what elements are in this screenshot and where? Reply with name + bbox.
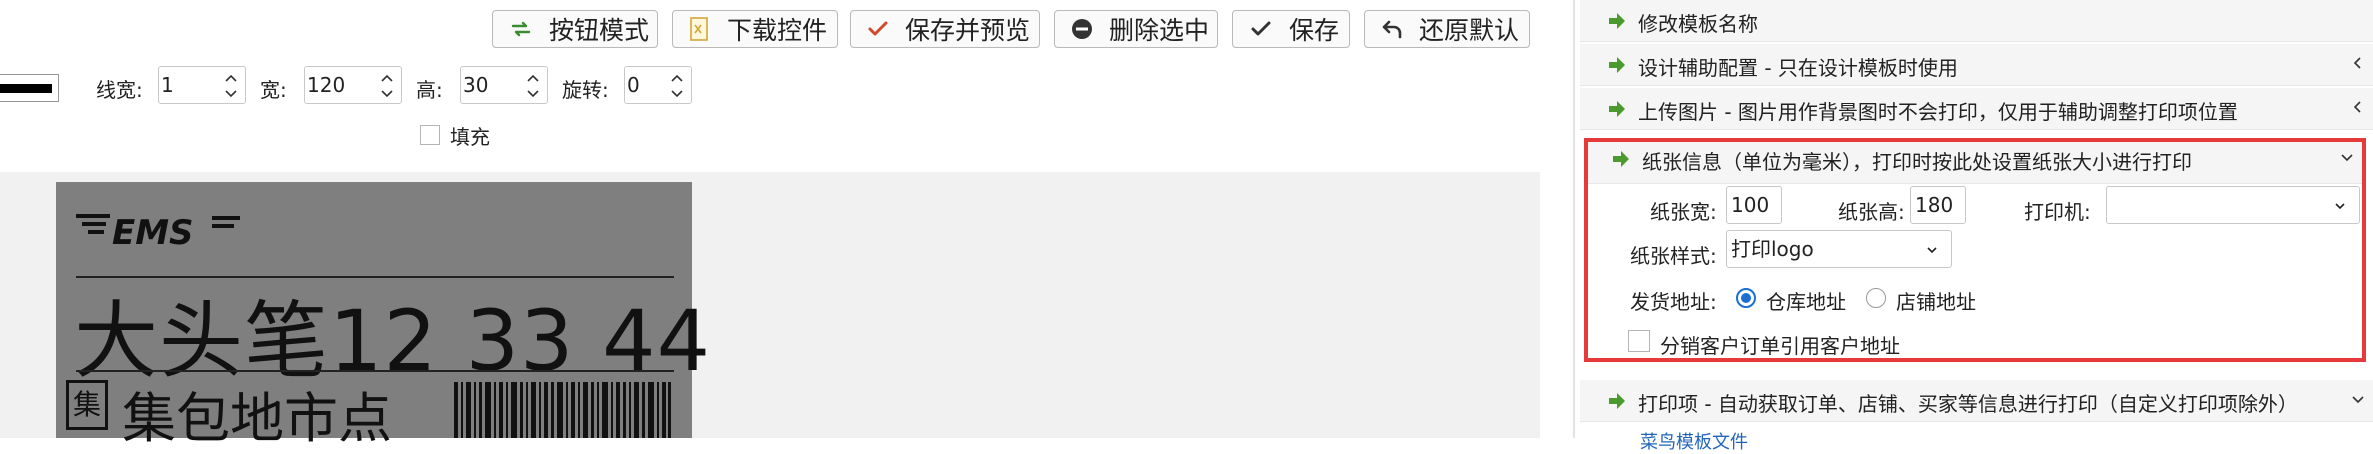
width-input[interactable]: 120: [304, 66, 402, 104]
line-width-value: 1: [161, 73, 174, 97]
section-title: 纸张信息（单位为毫米），打印时按此处设置纸张大小进行打印: [1642, 150, 2192, 174]
collect-box-char: 集: [66, 380, 108, 430]
reseller-address-label: 分销客户订单引用客户地址: [1660, 334, 1900, 358]
width-value: 120: [307, 73, 346, 97]
spinner-arrows-icon[interactable]: [377, 69, 397, 103]
barcode: [454, 382, 671, 438]
restore-default-label: 还原默认: [1419, 16, 1520, 45]
reseller-address-checkbox[interactable]: [1628, 330, 1650, 352]
chevron-down-icon[interactable]: [2349, 390, 2367, 408]
distribution-point-text: 集包地市点: [122, 387, 392, 450]
width-label: 宽:: [260, 78, 287, 102]
undo-icon: [1381, 17, 1403, 41]
section-print-items[interactable]: 打印项 - 自动获取订单、店铺、买家等信息进行打印（自定义打印项除外）: [1580, 380, 2373, 422]
height-label: 高:: [416, 78, 443, 102]
height-input[interactable]: 30: [460, 66, 548, 104]
paper-width-input[interactable]: 100: [1726, 186, 1782, 224]
paper-style-label: 纸张样式:: [1630, 244, 1717, 268]
check-icon: [867, 17, 889, 41]
download-file-icon: [689, 17, 711, 41]
check-icon: [1249, 17, 1273, 41]
save-label: 保存: [1288, 16, 1339, 45]
restore-default-button[interactable]: 还原默认: [1364, 10, 1530, 48]
paper-height-value: 180: [1915, 193, 1954, 217]
warehouse-address-radio[interactable]: [1736, 288, 1756, 308]
ems-logo: EMS: [76, 213, 240, 250]
rotate-label: 旋转:: [562, 78, 609, 102]
delete-selected-button[interactable]: 删除选中: [1054, 10, 1218, 48]
button-mode-button[interactable]: 按钮模式: [492, 10, 658, 48]
section-paper-header[interactable]: 纸张信息（单位为毫米），打印时按此处设置纸张大小进行打印: [1588, 142, 2362, 184]
spinner-arrows-icon[interactable]: [523, 69, 543, 103]
section-rename-template[interactable]: 修改模板名称: [1580, 0, 2373, 42]
paper-height-label: 纸张高:: [1838, 200, 1905, 224]
property-row: 线宽: 1 宽: 120 高: 30 旋转: 0: [0, 66, 900, 108]
store-address-radio[interactable]: [1866, 288, 1886, 308]
green-arrow-icon: [1613, 151, 1629, 167]
toolbar: 按钮模式 下载控件 保存并预览 删除选中 保存 还原默认: [0, 10, 1540, 52]
spinner-arrows-icon[interactable]: [667, 69, 687, 103]
download-plugin-button[interactable]: 下载控件: [672, 10, 838, 48]
delete-selected-label: 删除选中: [1109, 16, 1210, 45]
fill-label: 填充: [450, 124, 490, 149]
chevron-left-icon[interactable]: [2349, 54, 2367, 72]
save-and-preview-button[interactable]: 保存并预览: [850, 10, 1040, 48]
section-title: 上传图片 - 图片用作背景图时不会打印，仅用于辅助调整打印项位置: [1638, 100, 2238, 124]
height-value: 30: [463, 73, 489, 97]
section-upload-image[interactable]: 上传图片 - 图片用作背景图时不会打印，仅用于辅助调整打印项位置: [1580, 88, 2373, 130]
label-preview[interactable]: EMS 大头笔12 33 44 集 集包地市点: [56, 182, 710, 450]
green-arrow-icon: [1609, 101, 1625, 117]
green-arrow-icon: [1609, 57, 1625, 73]
cainiao-template-link[interactable]: 菜鸟模板文件: [1640, 428, 1748, 454]
paper-height-input[interactable]: 180: [1910, 186, 1966, 224]
chevron-down-icon: [1927, 247, 1937, 254]
section-title: 打印项 - 自动获取订单、店铺、买家等信息进行打印（自定义打印项除外）: [1638, 392, 2298, 416]
rotate-value: 0: [627, 73, 640, 97]
section-paper-info: 纸张信息（单位为毫米），打印时按此处设置纸张大小进行打印 纸张宽: 100 纸张…: [1584, 138, 2366, 362]
green-arrow-icon: [1609, 393, 1625, 409]
section-title: 修改模板名称: [1638, 12, 1758, 36]
paper-style-value: 打印logo: [1731, 237, 1814, 261]
printer-label: 打印机:: [2024, 200, 2091, 224]
panel-divider[interactable]: [1573, 0, 1575, 438]
rotate-input[interactable]: 0: [624, 66, 692, 104]
chevron-down-icon: [2335, 203, 2345, 210]
line-width-label: 线宽:: [96, 78, 143, 102]
label-divider: [76, 370, 674, 372]
store-address-label: 店铺地址: [1896, 290, 1976, 314]
paper-width-value: 100: [1731, 193, 1770, 217]
paper-width-label: 纸张宽:: [1650, 200, 1717, 224]
section-design-helper[interactable]: 设计辅助配置 - 只在设计模板时使用: [1580, 44, 2373, 86]
ship-address-label: 发货地址:: [1630, 290, 1717, 314]
svg-text:EMS: EMS: [112, 213, 194, 250]
save-button[interactable]: 保存: [1232, 10, 1350, 48]
spinner-arrows-icon[interactable]: [221, 69, 241, 103]
save-and-preview-label: 保存并预览: [905, 16, 1031, 45]
swap-arrows-icon: [509, 17, 533, 41]
fill-option[interactable]: 填充: [420, 122, 490, 149]
download-plugin-label: 下载控件: [727, 16, 828, 45]
printer-select[interactable]: [2106, 186, 2360, 224]
chevron-left-icon[interactable]: [2349, 98, 2367, 116]
paper-style-select[interactable]: 打印logo: [1726, 230, 1952, 268]
green-arrow-icon: [1609, 13, 1625, 29]
button-mode-label: 按钮模式: [549, 16, 650, 45]
settings-panel: 修改模板名称 设计辅助配置 - 只在设计模板时使用 上传图片 - 图片用作背景图…: [1580, 0, 2373, 453]
line-color-swatch[interactable]: [0, 74, 59, 102]
line-width-input[interactable]: 1: [158, 66, 246, 104]
section-title: 设计辅助配置 - 只在设计模板时使用: [1638, 56, 1958, 80]
fill-checkbox[interactable]: [420, 125, 440, 145]
minus-circle-icon: [1071, 17, 1093, 41]
chevron-down-icon[interactable]: [2338, 148, 2356, 166]
warehouse-address-label: 仓库地址: [1766, 290, 1846, 314]
